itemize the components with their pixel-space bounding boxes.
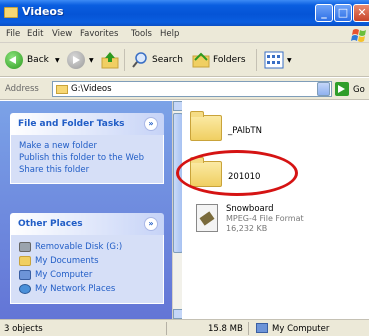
collapse-icon[interactable]: » — [144, 117, 158, 131]
file-folder-tasks-panel: File and Folder Tasks » Make a new folde… — [10, 113, 164, 184]
item-name[interactable]: Snowboard — [226, 204, 273, 214]
folder-icon — [4, 7, 18, 18]
task-share-folder[interactable]: Share this folder — [19, 165, 155, 176]
forward-dropdown-icon[interactable]: ▼ — [89, 57, 94, 64]
back-icon[interactable] — [5, 51, 23, 69]
up-folder-icon[interactable] — [100, 50, 120, 70]
views-icon[interactable] — [264, 51, 284, 69]
panel-header[interactable]: Other Places » — [10, 213, 164, 235]
folders-button-label[interactable]: Folders — [213, 55, 246, 65]
place-label: My Network Places — [35, 284, 116, 294]
panel-body: Removable Disk (G:) My Documents My Comp… — [10, 235, 164, 304]
other-places-panel: Other Places » Removable Disk (G:) My Do… — [10, 213, 164, 304]
views-dropdown-icon[interactable]: ▼ — [287, 57, 292, 64]
status-bar: 3 objects 15.8 MB My Computer — [0, 319, 369, 336]
address-label: Address — [5, 84, 39, 94]
search-icon[interactable] — [131, 51, 149, 69]
maximize-button[interactable]: □ — [334, 4, 352, 22]
address-input[interactable]: G:\Videos — [52, 81, 332, 97]
panel-body: Make a new folder Publish this folder to… — [10, 135, 164, 184]
place-my-documents[interactable]: My Documents — [19, 255, 155, 269]
windows-logo-icon — [351, 29, 366, 42]
go-arrow-icon[interactable] — [335, 82, 349, 96]
network-places-icon — [19, 284, 31, 294]
close-button[interactable]: ✕ — [353, 4, 369, 22]
task-make-folder[interactable]: Make a new folder — [19, 141, 155, 152]
place-removable-disk[interactable]: Removable Disk (G:) — [19, 241, 155, 255]
status-separator — [166, 322, 167, 335]
file-list: _PAlbTN 201010 Snowboard MPEG-4 File For… — [182, 101, 369, 319]
collapse-icon[interactable]: » — [144, 217, 158, 231]
place-my-computer[interactable]: My Computer — [19, 269, 155, 283]
removable-disk-icon — [19, 242, 31, 252]
status-size: 15.8 MB — [208, 324, 243, 334]
go-button-label[interactable]: Go — [353, 85, 365, 95]
window-title: Videos — [22, 5, 64, 18]
status-separator — [248, 322, 249, 335]
menu-view[interactable]: View — [52, 29, 72, 39]
panel-title: Other Places — [18, 219, 83, 229]
menu-file[interactable]: File — [6, 29, 20, 39]
status-object-count: 3 objects — [4, 324, 43, 334]
folders-icon[interactable] — [192, 51, 210, 69]
folder-icon[interactable] — [190, 111, 222, 141]
place-my-network[interactable]: My Network Places — [19, 283, 155, 297]
place-label: My Documents — [35, 256, 99, 266]
address-value: G:\Videos — [71, 84, 112, 94]
back-button-label[interactable]: Back — [27, 55, 49, 65]
status-location: My Computer — [272, 324, 330, 334]
place-label: Removable Disk (G:) — [35, 242, 123, 252]
my-computer-icon — [256, 323, 268, 333]
task-publish-web[interactable]: Publish this folder to the Web — [19, 153, 155, 164]
title-bar: Videos _ □ ✕ — [0, 0, 369, 26]
toolbar-separator — [124, 49, 125, 71]
place-label: My Computer — [35, 270, 93, 280]
menu-help[interactable]: Help — [160, 29, 179, 39]
address-dropdown-icon[interactable] — [317, 82, 330, 96]
item-size: 16,232 KB — [226, 224, 268, 233]
menu-bar: File Edit View Favorites Tools Help — [0, 26, 369, 43]
menu-tools[interactable]: Tools — [131, 29, 152, 39]
menu-favorites[interactable]: Favorites — [80, 29, 118, 39]
video-file-icon[interactable] — [196, 204, 218, 232]
search-button-label[interactable]: Search — [152, 55, 183, 65]
back-dropdown-icon[interactable]: ▼ — [55, 57, 60, 64]
vertical-scrollbar[interactable] — [172, 101, 183, 319]
item-name[interactable]: _PAlbTN — [228, 126, 262, 136]
minimize-button[interactable]: _ — [315, 4, 333, 22]
toolbar: Back ▼ ▼ Search Folders ▼ — [0, 43, 369, 77]
address-bar: Address G:\Videos Go — [0, 78, 369, 100]
panel-title: File and Folder Tasks — [18, 119, 125, 129]
my-computer-icon — [19, 270, 31, 280]
my-documents-icon — [19, 256, 31, 266]
folder-icon — [56, 85, 68, 94]
menu-edit[interactable]: Edit — [27, 29, 43, 39]
item-type: MPEG-4 File Format — [226, 214, 304, 223]
panel-header[interactable]: File and Folder Tasks » — [10, 113, 164, 135]
forward-icon[interactable] — [67, 51, 85, 69]
toolbar-separator — [256, 49, 257, 71]
task-pane: File and Folder Tasks » Make a new folde… — [0, 101, 172, 319]
highlight-circle — [176, 150, 298, 196]
